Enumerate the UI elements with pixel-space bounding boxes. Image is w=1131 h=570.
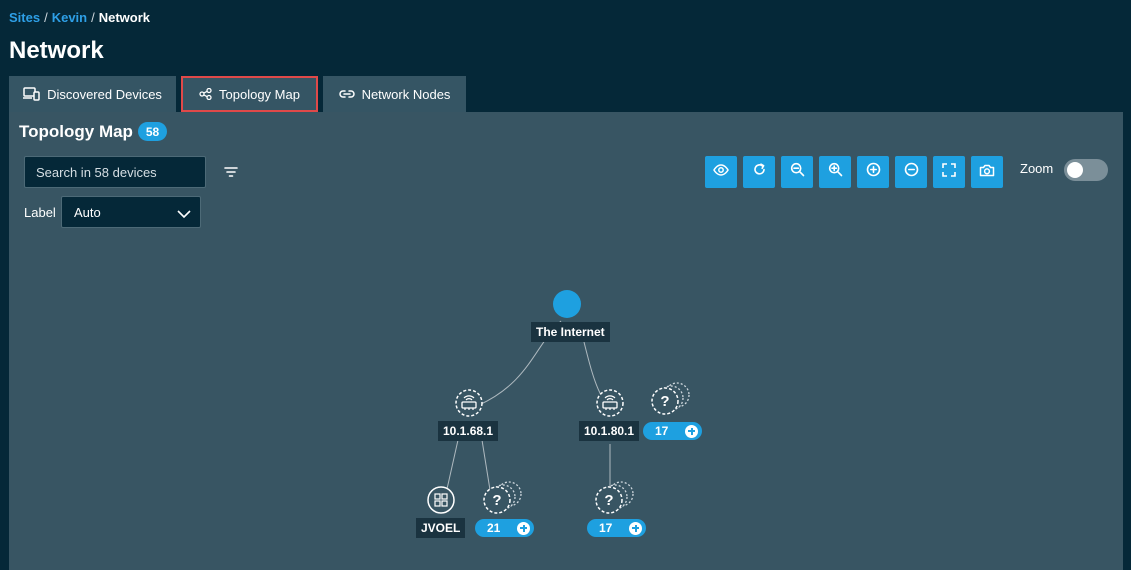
zoom-out-button[interactable] [781, 156, 813, 188]
windows-host-node [427, 486, 455, 514]
magnifier-plus-icon [828, 162, 843, 182]
circle-minus-icon [904, 162, 919, 182]
breadcrumb-separator: / [91, 10, 95, 25]
page-title: Network [9, 37, 104, 64]
link-internet-to-router-right [583, 341, 602, 396]
refresh-button[interactable] [743, 156, 775, 188]
zoom-in-button[interactable] [819, 156, 851, 188]
group-count: 21 [487, 521, 501, 535]
devices-icon [23, 87, 40, 101]
tab-topology-map[interactable]: Topology Map [181, 76, 318, 112]
router-right-label[interactable]: 10.1.80.1 [579, 421, 640, 441]
tab-discovered-devices[interactable]: Discovered Devices [9, 76, 176, 112]
link-router-left-to-jvoel [446, 439, 459, 490]
windows-host-label[interactable]: JVOEL [416, 518, 466, 538]
share-nodes-icon [199, 88, 212, 100]
panel-title: Topology Map [19, 122, 133, 141]
tab-label: Discovered Devices [47, 86, 162, 102]
label-select-label: Label [24, 205, 56, 220]
breadcrumb-separator: / [44, 10, 48, 25]
topology-panel: ? ? ? Topology Map 58 Label [9, 112, 1123, 570]
unknown-group-bottom-count-button[interactable]: 17 [587, 519, 646, 537]
plus-circle-icon [517, 521, 530, 535]
eye-icon [713, 163, 729, 181]
zoom-label: Zoom [1020, 161, 1054, 176]
breadcrumb: Sites / Kevin / Network [9, 10, 150, 25]
svg-text:?: ? [660, 393, 669, 410]
expand-all-button[interactable] [857, 156, 889, 188]
group-count: 17 [599, 521, 613, 535]
plus-circle-icon [685, 424, 698, 438]
label-select[interactable]: Auto [61, 196, 201, 228]
tab-label: Topology Map [219, 86, 300, 102]
visibility-button[interactable] [705, 156, 737, 188]
unknown-group-left-count-button[interactable]: 21 [475, 519, 534, 537]
router-left-node [455, 389, 483, 417]
plus-circle-icon [629, 521, 642, 535]
label-select-value: Auto [74, 204, 101, 220]
internet-node-label[interactable]: The Internet [531, 322, 610, 342]
search-input[interactable] [24, 156, 206, 188]
unknown-group-right-count-button[interactable]: 17 [643, 422, 702, 440]
group-count: 17 [655, 424, 669, 438]
zoom-toggle[interactable] [1064, 159, 1108, 181]
tab-label: Network Nodes [361, 86, 451, 102]
svg-text:?: ? [492, 492, 501, 509]
router-right-node [596, 389, 624, 417]
internet-node [553, 290, 581, 318]
toggle-knob [1067, 162, 1083, 178]
tab-network-nodes[interactable]: Network Nodes [323, 76, 466, 112]
collapse-all-button[interactable] [895, 156, 927, 188]
router-left-label[interactable]: 10.1.68.1 [438, 421, 499, 441]
fullscreen-icon [942, 162, 956, 182]
magnifier-minus-icon [790, 162, 805, 182]
screenshot-button[interactable] [971, 156, 1003, 188]
device-count-badge: 58 [138, 122, 167, 141]
filter-icon[interactable] [223, 164, 239, 180]
camera-icon [979, 163, 995, 182]
fullscreen-button[interactable] [933, 156, 965, 188]
redo-icon [752, 162, 767, 182]
breadcrumb-sites-link[interactable]: Sites [9, 10, 40, 25]
breadcrumb-site-link[interactable]: Kevin [52, 10, 87, 25]
breadcrumb-current: Network [98, 10, 151, 25]
unknown-devices-group-bottom: ? [595, 481, 634, 514]
circle-plus-icon [866, 162, 881, 182]
unknown-devices-group-right: ? [651, 382, 690, 415]
link-router-left-to-unknown [481, 439, 491, 491]
chevron-down-icon [177, 207, 191, 222]
svg-text:?: ? [604, 492, 613, 509]
link-icon [338, 89, 355, 99]
